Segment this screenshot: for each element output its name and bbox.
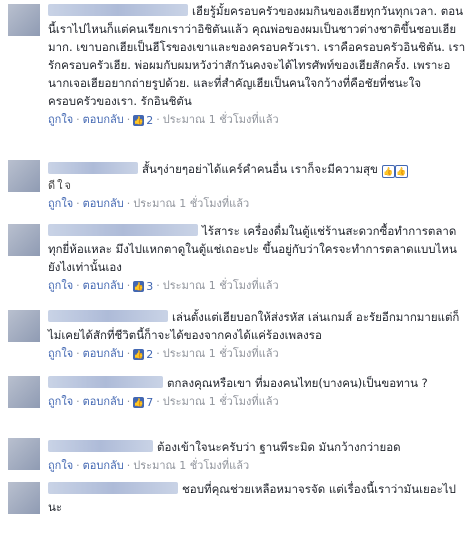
avatar[interactable] xyxy=(8,438,40,470)
like-link[interactable]: ถูกใจ xyxy=(48,459,73,472)
commenter-name-redacted[interactable] xyxy=(48,4,188,16)
avatar[interactable] xyxy=(8,376,40,408)
comment-actions: ถูกใจ · ตอบกลับ · ประมาณ 1 ชั่วโมงที่แล้ว xyxy=(48,459,250,472)
reply-link[interactable]: ตอบกลับ xyxy=(83,459,124,472)
reply-link[interactable]: ตอบกลับ xyxy=(83,347,124,360)
timestamp: ประมาณ 1 ชั่วโมงที่แล้ว xyxy=(162,347,279,360)
comment-text: ตกลงคุณหรือเขา ที่มองคนไทย(บางคน)เป็นขอท… xyxy=(48,374,469,392)
commenter-name-redacted[interactable] xyxy=(48,162,138,174)
comment-text: ไร้สาระ เครื่องดื่มในตู้แช่ร้านสะดวกซื้อ… xyxy=(48,224,457,274)
avatar[interactable] xyxy=(8,224,40,256)
emoticon-symbols: ดีใจ xyxy=(48,179,73,192)
avatar[interactable] xyxy=(8,482,40,514)
like-link[interactable]: ถูกใจ xyxy=(48,113,73,126)
timestamp: ประมาณ 1 ชั่วโมงที่แล้ว xyxy=(162,113,279,126)
commenter-name-redacted[interactable] xyxy=(48,482,178,494)
thumbs-up-icon: 👍 xyxy=(381,165,395,178)
avatar[interactable] xyxy=(8,310,40,342)
reply-link[interactable]: ตอบกลับ xyxy=(83,197,124,210)
like-count[interactable]: 👍 7 xyxy=(133,395,153,410)
comment-text: เฮียรู้มั้ยครอบครัวของผมกินของเฮียทุกวัน… xyxy=(48,4,466,108)
reply-link[interactable]: ตอบกลับ xyxy=(83,279,124,292)
comment-text: ชอบที่คุณช่วยเหลือหมาจรจัด แต่เรื่องนี้เ… xyxy=(48,482,456,514)
like-link[interactable]: ถูกใจ xyxy=(48,279,73,292)
commenter-name-redacted[interactable] xyxy=(48,310,168,322)
commenter-name-redacted[interactable] xyxy=(48,224,198,236)
thumbs-up-icon: 👍 xyxy=(133,281,145,292)
avatar[interactable] xyxy=(8,160,40,192)
like-link[interactable]: ถูกใจ xyxy=(48,395,73,408)
thumbs-up-icon: 👍 xyxy=(133,397,145,408)
reply-link[interactable]: ตอบกลับ xyxy=(83,113,124,126)
commenter-name-redacted[interactable] xyxy=(48,376,163,388)
comment-actions: ถูกใจ · ตอบกลับ · 👍 7 · ประมาณ 1 ชั่วโมงที่แล้ว xyxy=(48,395,279,410)
comment-text: ต้องเข้าใจนะครับว่า ฐานพีระมิด มันกว้างก… xyxy=(48,438,469,456)
thumbs-up-icon: 👍 xyxy=(133,349,145,360)
thumbs-up-icon: 👍 xyxy=(394,165,408,178)
like-link[interactable]: ถูกใจ xyxy=(48,347,73,360)
comment-actions: ถูกใจ · ตอบกลับ · 👍 3 · ประมาณ 1 ชั่วโมงที่แล้ว xyxy=(48,279,279,294)
timestamp: ประมาณ 1 ชั่วโมงที่แล้ว xyxy=(162,279,279,292)
comment-text: สั้นๆง่ายๆอย่าได้แคร์คำคนอื่น เราก็จะมีค… xyxy=(48,160,469,178)
timestamp: ประมาณ 1 ชั่วโมงที่แล้ว xyxy=(133,459,250,472)
comment-text: เล่นตั้งแต่เฮียบอกให้ส่งรหัส เล่นเกมส์ อ… xyxy=(48,310,460,342)
like-count[interactable]: 👍 2 xyxy=(133,113,153,128)
timestamp: ประมาณ 1 ชั่วโมงที่แล้ว xyxy=(162,395,279,408)
comment-actions: ถูกใจ · ตอบกลับ · 👍 2 · ประมาณ 1 ชั่วโมงที่แล้ว xyxy=(48,113,279,128)
timestamp: ประมาณ 1 ชั่วโมงที่แล้ว xyxy=(133,197,250,210)
avatar[interactable] xyxy=(8,4,40,36)
like-link[interactable]: ถูกใจ xyxy=(48,197,73,210)
comment-actions: ถูกใจ · ตอบกลับ · ประมาณ 1 ชั่วโมงที่แล้ว xyxy=(48,197,250,210)
like-count[interactable]: 👍 3 xyxy=(133,279,153,294)
comment-actions: ถูกใจ · ตอบกลับ · 👍 2 · ประมาณ 1 ชั่วโมงที่แล้ว xyxy=(48,347,279,362)
thumbs-up-icon: 👍 xyxy=(133,115,145,126)
like-count[interactable]: 👍 2 xyxy=(133,347,153,362)
commenter-name-redacted[interactable] xyxy=(48,440,153,452)
reply-link[interactable]: ตอบกลับ xyxy=(83,395,124,408)
